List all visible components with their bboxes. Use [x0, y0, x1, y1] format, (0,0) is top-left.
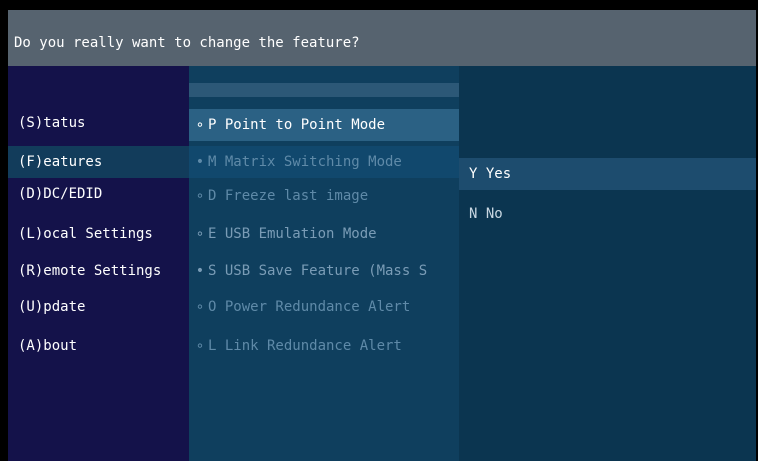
radio-unselected-icon: ∘ [195, 299, 205, 315]
menu-item-about[interactable]: (A)bout [8, 330, 189, 362]
feature-item-link-redundance[interactable]: ∘ L Link Redundance Alert [189, 330, 459, 362]
confirm-menu: Y Yes N No [459, 66, 756, 461]
radio-unselected-icon: ∘ [195, 338, 205, 354]
feature-label: E USB Emulation Mode [208, 226, 377, 242]
title-bar: Do you really want to change the feature… [8, 10, 756, 66]
radio-unselected-icon: ∘ [195, 117, 205, 133]
radio-selected-icon: • [195, 154, 205, 170]
feature-item-usb-emulation[interactable]: ∘ E USB Emulation Mode [189, 218, 459, 250]
dialog-screen: Do you really want to change the feature… [8, 10, 756, 461]
menu-item-local-settings[interactable]: (L)ocal Settings [8, 218, 189, 250]
menu-item-ddc-edid[interactable]: (D)DC/EDID [8, 178, 189, 210]
feature-label: L Link Redundance Alert [208, 338, 402, 354]
main-menu: (S)tatus (F)eatures (D)DC/EDID (L)ocal S… [8, 66, 189, 461]
feature-item-usb-save[interactable]: • S USB Save Feature (Mass S [189, 255, 459, 287]
feature-item-point-to-point[interactable]: ∘ P Point to Point Mode [189, 109, 459, 141]
feature-item-power-redundance[interactable]: ∘ O Power Redundance Alert [189, 291, 459, 323]
radio-unselected-icon: ∘ [195, 226, 205, 242]
features-menu: ∘ P Point to Point Mode • M Matrix Switchi… [189, 66, 459, 461]
feature-label: D Freeze last image [208, 188, 369, 204]
confirm-no-option[interactable]: N No [459, 198, 756, 230]
menu-item-update[interactable]: (U)pdate [8, 291, 189, 323]
feature-item-matrix-switching[interactable]: • M Matrix Switching Mode [189, 146, 459, 178]
radio-unselected-icon: ∘ [195, 188, 205, 204]
confirm-yes-option[interactable]: Y Yes [459, 158, 756, 190]
dialog-prompt: Do you really want to change the feature… [14, 35, 360, 51]
feature-label: O Power Redundance Alert [208, 299, 411, 315]
menu-item-status[interactable]: (S)tatus [8, 107, 189, 139]
feature-label: M Matrix Switching Mode [208, 154, 402, 170]
features-header-strip [189, 83, 459, 97]
radio-selected-icon: • [195, 263, 205, 279]
feature-item-freeze-last-image[interactable]: ∘ D Freeze last image [189, 180, 459, 212]
menu-item-remote-settings[interactable]: (R)emote Settings [8, 255, 189, 287]
menu-item-features[interactable]: (F)eatures [8, 146, 189, 178]
feature-label: S USB Save Feature (Mass S [208, 263, 428, 279]
feature-label: P Point to Point Mode [208, 117, 386, 133]
